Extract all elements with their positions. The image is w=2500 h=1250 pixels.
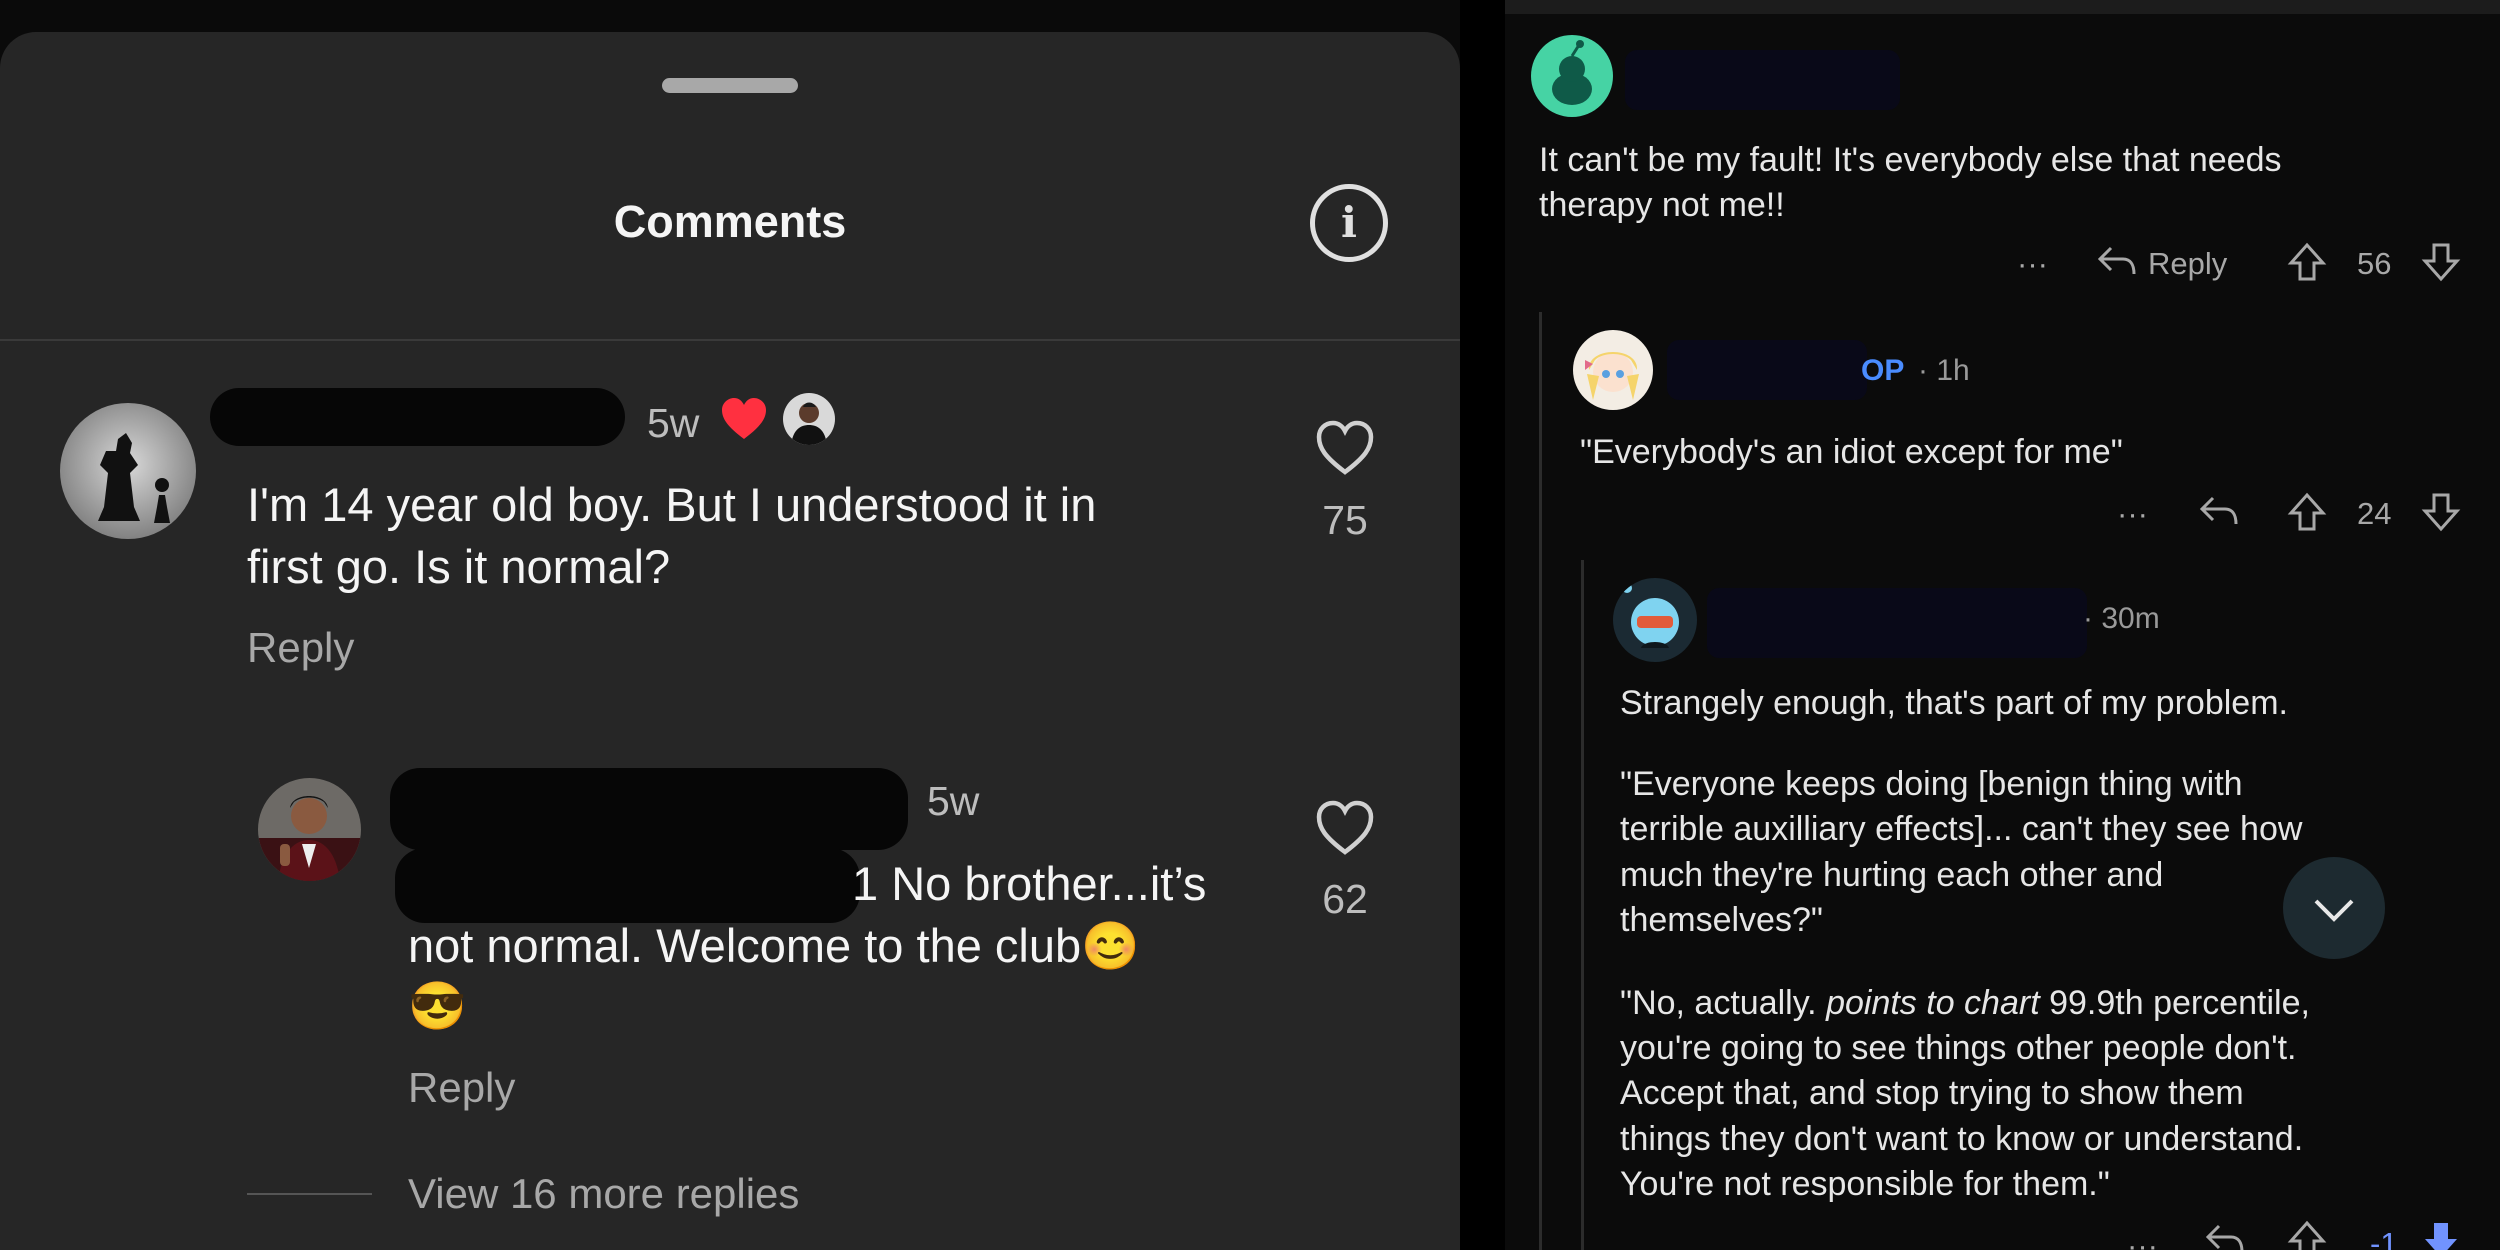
- creator-liked-heart-icon: [720, 397, 768, 446]
- reply-button[interactable]: Reply: [408, 1064, 515, 1112]
- avatar[interactable]: [1573, 330, 1653, 410]
- vote-score: 56: [2357, 246, 2392, 281]
- comment-time: 5w: [927, 778, 980, 824]
- username-redacted: [1625, 50, 1900, 110]
- comment-text: "Everybody's an idiot except for me": [1580, 433, 2123, 471]
- comment-time: · 1h: [1918, 354, 1970, 387]
- chevron-down-icon: [2314, 899, 2354, 922]
- text-span: "No, actually.: [1620, 984, 1827, 1022]
- comment-text-line: therapy not me!!: [1539, 186, 1785, 224]
- vote-score: 24: [2357, 496, 2392, 531]
- op-badge: OP: [1861, 354, 1905, 387]
- thread-line: [1539, 312, 1542, 1250]
- info-icon[interactable]: i: [1310, 184, 1388, 262]
- view-replies-line: [247, 1193, 372, 1195]
- more-options-button[interactable]: ···: [2117, 496, 2148, 532]
- comment-paragraph-line: You're not responsible for them.": [1620, 1165, 2110, 1203]
- comment-time: · 30m: [2083, 602, 2160, 635]
- comment-paragraph-line: much they're hurting each other and: [1620, 856, 2164, 894]
- upvote-icon[interactable]: [2287, 242, 2327, 287]
- reply-arrow-icon[interactable]: [2097, 244, 2137, 283]
- comment-paragraph-line: "Everyone keeps doing [benign thing with: [1620, 765, 2243, 803]
- comment-paragraph-line: things they don't want to know or unders…: [1620, 1120, 2304, 1158]
- header-divider: [0, 339, 1460, 341]
- text-span: 99.9th percentile,: [2039, 984, 2310, 1022]
- downvote-icon[interactable]: [2421, 242, 2461, 287]
- downvote-icon[interactable]: [2421, 492, 2461, 537]
- drag-handle[interactable]: [662, 78, 798, 93]
- top-bar: [1505, 0, 2500, 14]
- vote-score: -1: [2370, 1226, 2398, 1250]
- more-options-button[interactable]: ···: [2017, 246, 2048, 282]
- comment-paragraph-line: themselves?": [1620, 901, 1823, 939]
- comment-text-line: 😎: [408, 979, 467, 1032]
- comment-text-line: I'm 14 year old boy. But I understood it…: [247, 478, 1097, 531]
- like-count: 62: [1322, 876, 1368, 922]
- avatar[interactable]: [258, 778, 361, 881]
- username-redacted: [210, 388, 625, 446]
- downvote-icon[interactable]: [2421, 1220, 2461, 1250]
- username-redacted: [1667, 340, 1867, 400]
- view-more-replies-link[interactable]: View 16 more replies: [408, 1170, 799, 1218]
- reply-button[interactable]: Reply: [2148, 246, 2227, 282]
- comment-paragraph-line: "No, actually. points to chart 99.9th pe…: [1620, 981, 2310, 1026]
- like-heart-icon[interactable]: [1315, 800, 1375, 861]
- reply-button[interactable]: Reply: [247, 624, 354, 672]
- reddit-thread-panel: It can't be my fault! It's everybody els…: [1505, 0, 2500, 1250]
- comment-paragraph-line: you're going to see things other people …: [1620, 1029, 2297, 1067]
- comment-paragraph: Strangely enough, that's part of my prob…: [1620, 684, 2288, 722]
- comment-text-line: first go. Is it normal?: [247, 540, 671, 593]
- like-heart-icon[interactable]: [1315, 420, 1375, 481]
- more-options-button[interactable]: ···: [2127, 1228, 2158, 1250]
- thread-line: [1581, 560, 1584, 1250]
- reply-arrow-icon[interactable]: [2199, 494, 2239, 533]
- username-redacted: [390, 768, 908, 850]
- instagram-comments-panel: Comments i 5w I'm 14 year old boy. But I…: [0, 0, 1460, 1250]
- comments-title: Comments: [613, 196, 847, 247]
- comment-text-line: 1 No brother...it’s: [852, 857, 1207, 910]
- upvote-icon[interactable]: [2287, 492, 2327, 537]
- comment-paragraph-line: terrible auxilliary effects]... can't th…: [1620, 810, 2303, 848]
- scroll-down-button[interactable]: [2283, 857, 2385, 959]
- comment-paragraph-line: Accept that, and stop trying to show the…: [1620, 1074, 2244, 1112]
- reply-arrow-icon[interactable]: [2205, 1222, 2245, 1250]
- avatar[interactable]: [60, 403, 196, 539]
- like-count: 75: [1322, 497, 1368, 543]
- avatar[interactable]: [1531, 35, 1613, 117]
- mention-redacted: [395, 848, 860, 923]
- comment-text-line: not normal. Welcome to the club😊: [408, 919, 1140, 972]
- upvote-icon[interactable]: [2287, 1220, 2327, 1250]
- avatar[interactable]: [1613, 578, 1697, 662]
- creator-avatar: [783, 393, 835, 445]
- username-redacted: [1707, 588, 2087, 658]
- italic-span: points to chart: [1826, 984, 2040, 1022]
- comment-text-line: It can't be my fault! It's everybody els…: [1539, 141, 2282, 179]
- comment-time: 5w: [647, 400, 700, 446]
